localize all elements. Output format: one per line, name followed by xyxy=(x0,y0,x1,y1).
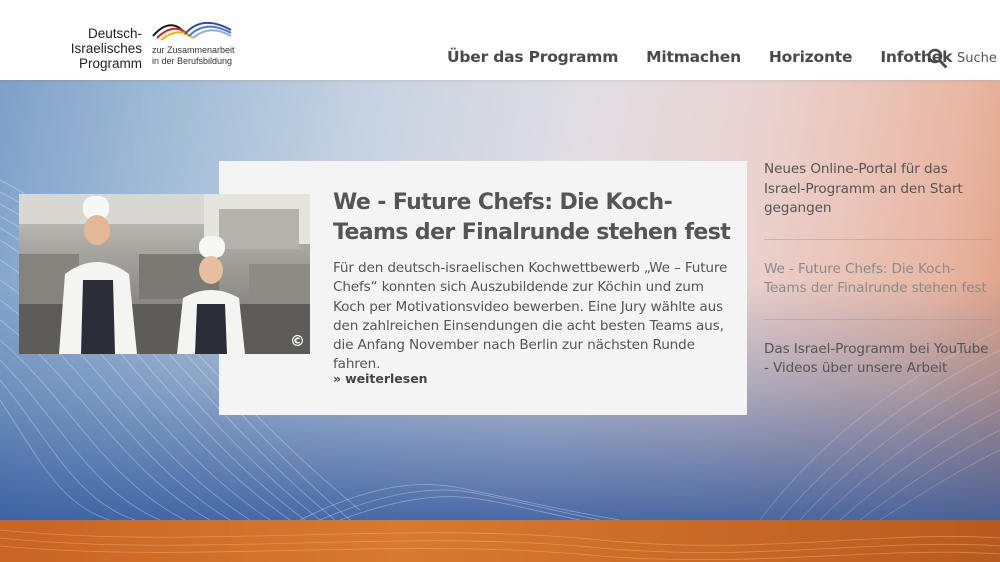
featured-article-title[interactable]: We - Future Chefs: Die Koch-Teams der Fi… xyxy=(333,188,733,248)
news-teaser-list: Neues Online-Portal für das Israel-Progr… xyxy=(764,160,992,419)
footer-wave-lines xyxy=(0,529,1000,561)
featured-article-image[interactable]: © xyxy=(19,194,310,354)
search-label: Suche xyxy=(957,50,997,66)
logo-wordmark: Deutsch-Israelisches Programm xyxy=(70,26,142,71)
search-icon xyxy=(927,48,947,68)
news-teaser-item[interactable]: Neues Online-Portal für das Israel-Progr… xyxy=(764,160,992,240)
site-logo[interactable]: Deutsch-Israelisches Programm zur Zusamm… xyxy=(18,20,248,71)
site-header: Deutsch-Israelisches Programm zur Zusamm… xyxy=(0,0,1000,80)
logo-swoosh-icon xyxy=(152,22,232,41)
news-teaser-item-active[interactable]: We - Future Chefs: Die Koch-Teams der Fi… xyxy=(764,260,992,320)
nav-item-horizonte[interactable]: Horizonte xyxy=(769,48,853,66)
read-more-link[interactable]: » weiterlesen xyxy=(333,371,428,386)
nav-item-mitmachen[interactable]: Mitmachen xyxy=(646,48,741,66)
logo-tagline-line1: zur Zusammenarbeit xyxy=(152,45,235,55)
footer-accent-band xyxy=(0,520,1000,562)
chef-photo-illustration xyxy=(19,194,310,354)
main-navigation: Über das Programm Mitmachen Horizonte In… xyxy=(447,48,952,66)
read-more-arrow-icon: » xyxy=(333,371,342,386)
copyright-badge: © xyxy=(290,332,305,350)
nav-item-ueber-das-programm[interactable]: Über das Programm xyxy=(447,48,618,66)
search-button[interactable]: Suche xyxy=(927,48,997,68)
logo-tagline: zur Zusammenarbeit in der Berufsbildung xyxy=(152,45,235,67)
logo-tagline-line2: in der Berufsbildung xyxy=(152,56,233,66)
news-teaser-item[interactable]: Das Israel-Programm bei YouTube - Videos… xyxy=(764,340,992,399)
read-more-label: weiterlesen xyxy=(345,371,428,386)
featured-article-teaser: Für den deutsch-israelischen Kochwettbew… xyxy=(333,260,728,373)
